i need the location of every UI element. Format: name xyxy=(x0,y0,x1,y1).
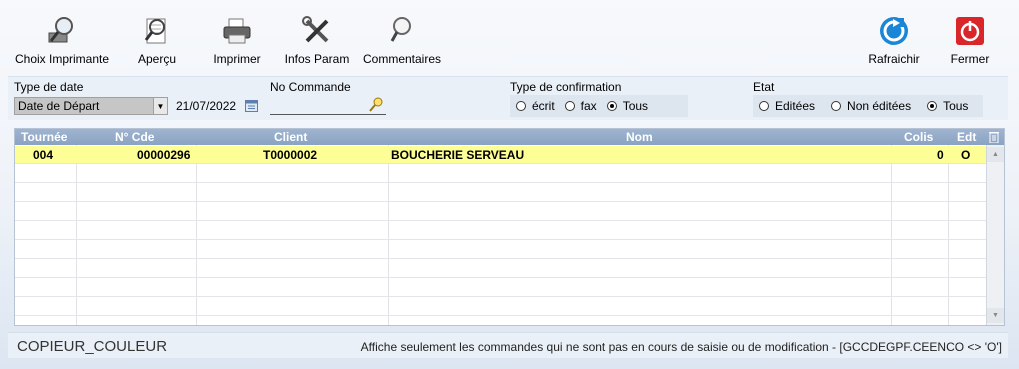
col-header-tournee[interactable]: Tournée xyxy=(21,130,67,144)
power-icon xyxy=(953,14,987,48)
fermer-button[interactable]: Fermer xyxy=(947,14,993,68)
radio-confirmation-tous[interactable]: Tous xyxy=(606,99,649,113)
radio-fax-label: fax xyxy=(580,99,597,113)
confirmation-radio-group: écrit fax Tous xyxy=(510,95,688,117)
fermer-label: Fermer xyxy=(950,52,990,66)
infos-param-button[interactable]: Infos Param xyxy=(280,14,354,68)
table-header: Tournée N° Cde Client Nom Colis Edt xyxy=(15,129,1004,146)
radio-editees[interactable]: Editées xyxy=(759,99,815,113)
table-row[interactable] xyxy=(15,165,986,183)
scroll-down-icon[interactable]: ▼ xyxy=(987,308,1004,323)
table-row[interactable] xyxy=(15,222,986,240)
vertical-scrollbar[interactable]: ▲ ▼ xyxy=(986,145,1004,325)
choix-imprimante-button[interactable]: Choix Imprimante xyxy=(10,14,114,68)
cell-no-cde: 00000296 xyxy=(137,148,191,162)
col-header-client[interactable]: Client xyxy=(274,130,307,144)
type-date-value: Date de Départ xyxy=(18,99,100,113)
rafraichir-button[interactable]: Rafraichir xyxy=(865,14,923,68)
col-header-no-cde[interactable]: N° Cde xyxy=(115,130,154,144)
commentaires-label: Commentaires xyxy=(362,52,442,66)
search-icon[interactable] xyxy=(369,97,383,113)
table-row[interactable] xyxy=(15,241,986,259)
radio-etat-tous-dot[interactable] xyxy=(927,101,938,111)
tools-icon xyxy=(300,14,334,48)
printer-search-icon xyxy=(45,14,79,48)
filter-bar: Type de date Date de Départ ▼ 21/07/2022… xyxy=(8,76,1008,120)
infos-param-label: Infos Param xyxy=(284,52,350,66)
etat-label: Etat xyxy=(753,80,775,94)
col-header-edt[interactable]: Edt xyxy=(957,130,976,144)
imprimer-label: Imprimer xyxy=(213,52,261,66)
cell-edt: O xyxy=(961,148,971,162)
status-message: Affiche seulement les commandes qui ne s… xyxy=(360,340,1002,354)
no-commande-label: No Commande xyxy=(270,80,351,94)
comment-icon xyxy=(385,14,419,48)
radio-confirmation-tous-dot[interactable] xyxy=(606,101,617,111)
radio-ecrit-dot[interactable] xyxy=(516,101,526,111)
table-row[interactable]: 004 00000296 T0000002 BOUCHERIE SERVEAU … xyxy=(15,146,986,164)
cell-client: T0000002 xyxy=(263,148,318,162)
table-row[interactable] xyxy=(15,184,986,202)
scroll-up-icon[interactable]: ▲ xyxy=(987,147,1004,162)
radio-etat-tous[interactable]: Tous xyxy=(927,99,968,113)
radio-confirmation-tous-label: Tous xyxy=(622,99,649,113)
radio-non-editees[interactable]: Non éditées xyxy=(831,99,911,113)
calendar-icon[interactable] xyxy=(245,99,258,112)
choix-imprimante-label: Choix Imprimante xyxy=(14,52,110,66)
radio-non-editees-label: Non éditées xyxy=(847,99,912,113)
radio-ecrit-label: écrit xyxy=(532,99,555,113)
type-date-select[interactable]: Date de Départ ▼ xyxy=(14,97,168,115)
preview-icon xyxy=(140,14,174,48)
radio-editees-dot[interactable] xyxy=(759,101,769,111)
cell-colis: 0 xyxy=(937,148,944,162)
col-header-nom[interactable]: Nom xyxy=(626,130,653,144)
table-row[interactable] xyxy=(15,298,986,316)
cell-nom: BOUCHERIE SERVEAU xyxy=(391,148,525,162)
date-value: 21/07/2022 xyxy=(176,99,237,113)
commandes-table: Tournée N° Cde Client Nom Colis Edt 004 … xyxy=(14,128,1005,326)
type-date-label: Type de date xyxy=(14,80,84,94)
cell-tournee: 004 xyxy=(33,148,54,162)
trash-icon[interactable] xyxy=(989,131,999,146)
printer-name: COPIEUR_COULEUR xyxy=(17,338,168,355)
radio-etat-tous-label: Tous xyxy=(943,99,969,113)
etat-radio-group: Editées Non éditées Tous xyxy=(753,95,983,117)
type-confirmation-label: Type de confirmation xyxy=(510,80,622,94)
status-bar: COPIEUR_COULEUR Affiche seulement les co… xyxy=(8,332,1008,358)
radio-editees-label: Editées xyxy=(775,99,816,113)
apercu-button[interactable]: Aperçu xyxy=(134,14,180,68)
radio-fax[interactable]: fax xyxy=(564,99,597,113)
radio-ecrit[interactable]: écrit xyxy=(516,99,555,113)
rafraichir-label: Rafraichir xyxy=(868,52,920,66)
table-row[interactable] xyxy=(15,279,986,297)
apercu-label: Aperçu xyxy=(137,52,177,66)
chevron-down-icon[interactable]: ▼ xyxy=(153,98,167,114)
col-header-colis[interactable]: Colis xyxy=(904,130,933,144)
refresh-icon xyxy=(877,14,911,48)
commentaires-button[interactable]: Commentaires xyxy=(359,14,445,68)
printer-icon xyxy=(220,14,254,48)
table-row[interactable] xyxy=(15,203,986,221)
radio-non-editees-dot[interactable] xyxy=(831,101,842,111)
table-row[interactable] xyxy=(15,260,986,278)
radio-fax-dot[interactable] xyxy=(564,101,575,111)
imprimer-button[interactable]: Imprimer xyxy=(209,14,265,68)
